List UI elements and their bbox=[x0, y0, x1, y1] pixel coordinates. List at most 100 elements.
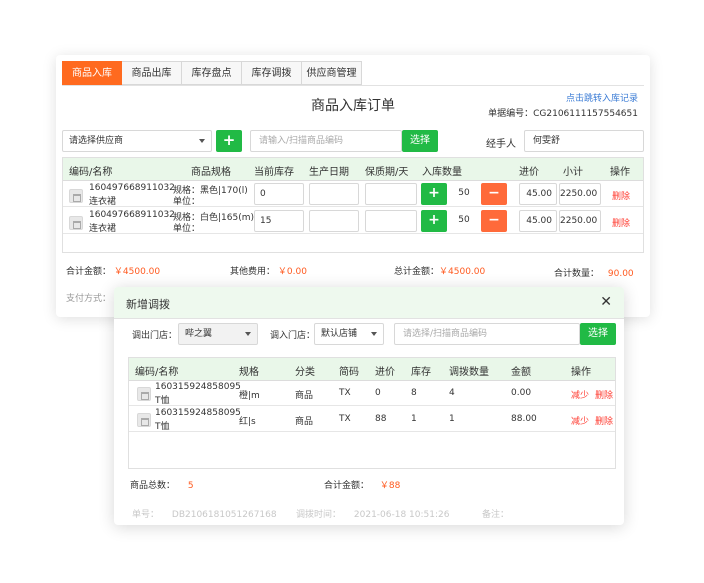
product-category: 商品 bbox=[295, 391, 314, 401]
product-stock: 8 bbox=[411, 388, 417, 398]
select-product-button[interactable]: 选择 bbox=[402, 130, 438, 152]
in-store-label: 调入门店： bbox=[270, 331, 316, 341]
shelf-life-field[interactable] bbox=[365, 183, 417, 205]
chevron-down-icon bbox=[245, 332, 251, 336]
close-icon[interactable]: ✕ bbox=[600, 294, 612, 310]
transfer-time: 调拨时间： 2021-06-18 10:51:26 bbox=[296, 507, 449, 520]
grand-total-label: 总计金额： bbox=[394, 267, 440, 277]
tab-inventory-check[interactable]: 库存盘点 bbox=[182, 61, 242, 85]
chevron-down-icon bbox=[199, 139, 205, 143]
plus-icon: + bbox=[428, 212, 440, 228]
transfer-time-label: 调拨时间： bbox=[296, 510, 342, 520]
shelf-life-field[interactable] bbox=[365, 210, 417, 232]
stock-in-records-link[interactable]: 点击跳转入库记录 bbox=[566, 91, 638, 104]
transfer-qty[interactable]: 4 bbox=[449, 388, 455, 398]
other-fees: 其他费用： ￥0.00 bbox=[230, 264, 307, 277]
production-date-field[interactable] bbox=[309, 183, 359, 205]
production-date-field[interactable] bbox=[309, 210, 359, 232]
decrease-qty-button[interactable]: − bbox=[481, 210, 507, 232]
out-store-select[interactable]: 哔之翼 bbox=[178, 323, 258, 345]
product-name: T恤 bbox=[155, 396, 170, 406]
delete-row-link[interactable]: 删除 bbox=[595, 414, 613, 427]
transfer-table: 编码/名称 规格 分类 简码 进价 库存 调拨数量 金额 操作 16031592… bbox=[128, 357, 616, 469]
table-row: 160497668911032 连衣裙 规格：黑色|170(l) 单位： 0 +… bbox=[63, 181, 643, 207]
product-name: T恤 bbox=[155, 422, 170, 432]
col-subtotal: 小计 bbox=[563, 167, 583, 178]
product-unit: 单位： bbox=[173, 224, 201, 234]
reduce-link[interactable]: 减少 bbox=[571, 414, 589, 427]
transfer-select-button[interactable]: 选择 bbox=[580, 323, 616, 345]
transfer-total-amount-label: 合计金额： bbox=[324, 481, 370, 491]
transfer-qty[interactable]: 1 bbox=[449, 414, 455, 424]
product-image-icon bbox=[69, 189, 83, 203]
reduce-link[interactable]: 减少 bbox=[571, 388, 589, 401]
total-amount-label: 合计金额： bbox=[66, 267, 112, 277]
col-stock-in-qty: 入库数量 bbox=[422, 167, 462, 178]
subtotal-field: 2250.00 bbox=[559, 183, 601, 205]
tab-stock-transfer[interactable]: 库存调拨 bbox=[242, 61, 302, 85]
new-transfer-dialog: 新增调拨 ✕ 调出门店： 哔之翼 调入门店： 默认店铺 请选择/扫描商品编码 选… bbox=[114, 287, 624, 525]
chevron-down-icon bbox=[371, 332, 377, 336]
col-transfer-qty: 调拨数量 bbox=[449, 367, 489, 378]
transfer-doc-no-value: DB21061810512671​68 bbox=[171, 510, 277, 520]
increase-qty-button[interactable]: + bbox=[421, 210, 447, 232]
total-count: 商品总数： 5 bbox=[130, 478, 194, 491]
col-production-date: 生产日期 bbox=[309, 167, 349, 178]
delete-row-link[interactable]: 删除 bbox=[595, 388, 613, 401]
product-short-code: TX bbox=[339, 414, 351, 424]
product-code: 160497668911032 bbox=[89, 183, 175, 193]
transfer-total-amount-value: ￥88 bbox=[379, 481, 401, 491]
purchase-price-field[interactable]: 45.00 bbox=[519, 183, 557, 205]
col-code-name: 编码/名称 bbox=[135, 367, 179, 378]
product-image-icon bbox=[137, 413, 151, 427]
col-short-code: 简码 bbox=[339, 367, 359, 378]
col-stock: 库存 bbox=[411, 367, 431, 378]
add-supplier-button[interactable]: + bbox=[216, 130, 242, 152]
product-price: 0 bbox=[375, 388, 381, 398]
tab-stock-in[interactable]: 商品入库 bbox=[62, 61, 122, 85]
subtotal-field: 2250.00 bbox=[559, 210, 601, 232]
col-spec: 商品规格 bbox=[191, 167, 231, 178]
transfer-doc-no-label: 单号： bbox=[132, 510, 160, 520]
product-unit: 单位： bbox=[173, 197, 201, 207]
product-image-icon bbox=[137, 387, 151, 401]
total-amount-value: ￥4500.00 bbox=[113, 267, 161, 277]
transfer-amount: 88.00 bbox=[511, 414, 537, 424]
stock-in-qty-field[interactable]: 50 bbox=[449, 210, 479, 232]
out-store-value: 哔之翼 bbox=[185, 329, 213, 339]
dialog-title: 新增调拨 bbox=[126, 298, 170, 311]
transfer-note-label: 备注： bbox=[482, 510, 510, 520]
delete-row-link[interactable]: 删除 bbox=[612, 216, 630, 229]
table-row: 160315924858095 T恤 红|s 商品 TX 88 1 1 88.0… bbox=[129, 407, 615, 432]
decrease-qty-button[interactable]: − bbox=[481, 183, 507, 205]
product-spec: 橙|m bbox=[239, 391, 260, 401]
table-row: 160315924858095 T恤 橙|m 商品 TX 0 8 4 0.00 … bbox=[129, 381, 615, 406]
delete-row-link[interactable]: 删除 bbox=[612, 189, 630, 202]
product-code: 160497668911032 bbox=[89, 210, 175, 220]
tab-supplier-management[interactable]: 供应商管理 bbox=[302, 61, 362, 85]
payment-method-label: 支付方式： bbox=[66, 294, 112, 304]
plus-icon: + bbox=[222, 131, 236, 149]
increase-qty-button[interactable]: + bbox=[421, 183, 447, 205]
in-store-select[interactable]: 默认店铺 bbox=[314, 323, 384, 345]
col-purchase-price: 进价 bbox=[519, 167, 539, 178]
minus-icon: − bbox=[488, 212, 500, 228]
current-stock-field[interactable]: 15 bbox=[254, 210, 304, 232]
other-fees-value: ￥0.00 bbox=[277, 267, 307, 277]
handler-input[interactable]: 何雯舒 bbox=[524, 130, 644, 152]
document-number-value: CG2106111157554651 bbox=[533, 109, 638, 119]
purchase-price-field[interactable]: 45.00 bbox=[519, 210, 557, 232]
transfer-amount: 0.00 bbox=[511, 388, 532, 398]
product-spec: 红|s bbox=[239, 417, 256, 427]
transfer-product-input[interactable]: 请选择/扫描商品编码 bbox=[394, 323, 580, 345]
col-actions: 操作 bbox=[571, 367, 591, 378]
tab-stock-out[interactable]: 商品出库 bbox=[122, 61, 182, 85]
total-quantity: 合计数量： 90.00 bbox=[554, 266, 634, 279]
grand-total-value: ￥4500.00 bbox=[439, 267, 486, 277]
col-spec: 规格 bbox=[239, 367, 259, 378]
supplier-select[interactable]: 请选择供应商 bbox=[62, 130, 212, 152]
stock-in-qty-field[interactable]: 50 bbox=[449, 183, 479, 205]
col-amount: 金额 bbox=[511, 367, 531, 378]
product-code-input[interactable]: 请输入/扫描商品编码 bbox=[250, 130, 402, 152]
current-stock-field[interactable]: 0 bbox=[254, 183, 304, 205]
